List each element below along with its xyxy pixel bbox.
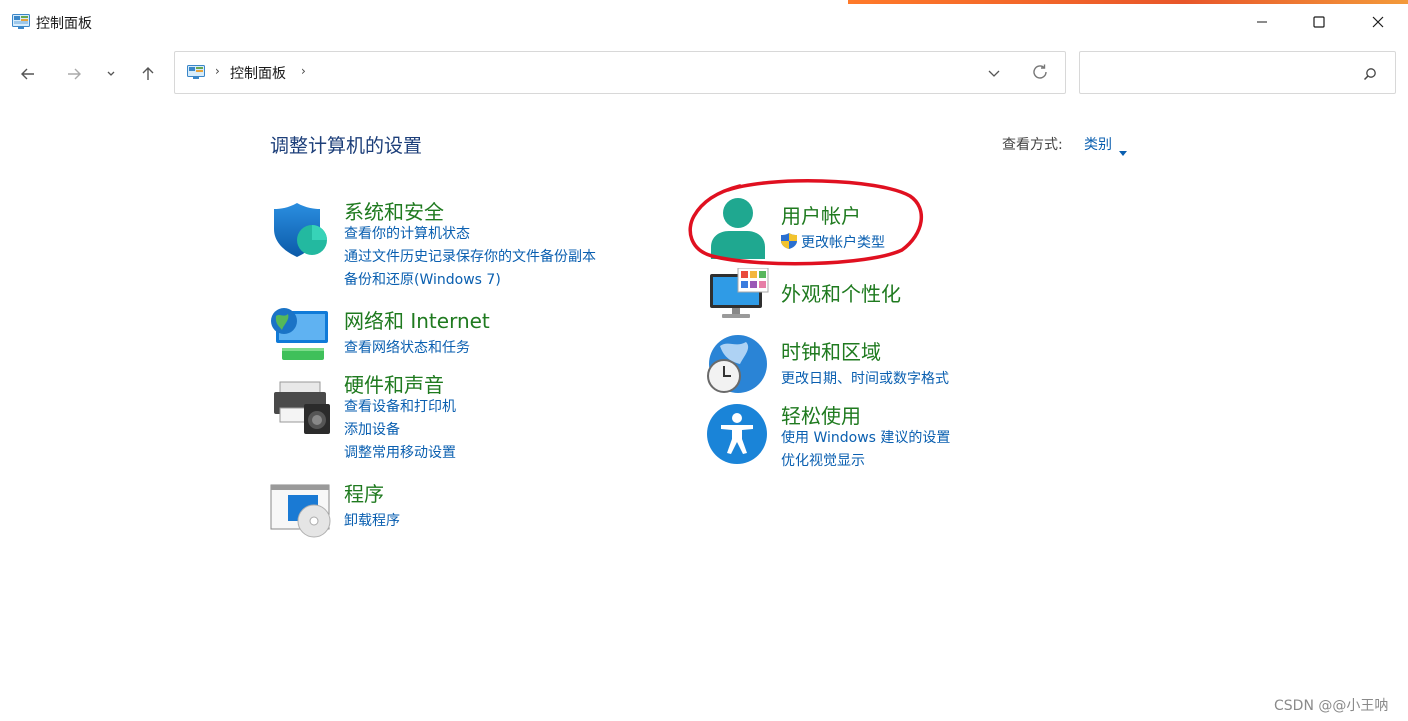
control-panel-app-icon xyxy=(12,14,30,30)
recent-locations-button[interactable] xyxy=(97,60,125,88)
breadcrumb-separator-icon[interactable]: › xyxy=(301,64,306,78)
link-change-date-time-format[interactable]: 更改日期、时间或数字格式 xyxy=(781,368,949,388)
breadcrumb-control-panel[interactable]: 控制面板 xyxy=(230,63,286,83)
refresh-button[interactable] xyxy=(1031,63,1049,85)
link-backup-restore[interactable]: 备份和还原(Windows 7) xyxy=(344,269,501,289)
breadcrumb-separator-icon[interactable]: › xyxy=(215,64,220,78)
close-icon xyxy=(1372,16,1384,28)
shield-pie-icon[interactable] xyxy=(272,202,330,264)
link-recommended-settings[interactable]: 使用 Windows 建议的设置 xyxy=(781,427,950,447)
link-devices-printers[interactable]: 查看设备和打印机 xyxy=(344,396,456,416)
category-appearance-personalization[interactable]: 外观和个性化 xyxy=(781,278,901,307)
view-by-label: 查看方式: xyxy=(1002,137,1063,153)
refresh-icon xyxy=(1033,64,1047,79)
arrow-left-icon xyxy=(21,68,34,80)
control-panel-icon xyxy=(187,65,205,84)
up-button[interactable] xyxy=(134,60,162,88)
address-bar[interactable]: › 控制面板 › xyxy=(174,51,1066,94)
accessibility-icon[interactable] xyxy=(706,403,768,469)
minimize-icon xyxy=(1257,21,1267,23)
navigation-bar: › 控制面板 › xyxy=(0,48,1408,98)
network-globe-icon[interactable] xyxy=(270,304,332,366)
title-bar: 控制面板 xyxy=(0,4,1408,40)
search-box[interactable] xyxy=(1079,51,1396,94)
window-title: 控制面板 xyxy=(36,16,92,32)
link-uninstall-program[interactable]: 卸载程序 xyxy=(344,510,400,530)
address-history-button[interactable] xyxy=(987,66,1001,85)
forward-button[interactable] xyxy=(60,60,88,88)
programs-disc-icon[interactable] xyxy=(270,483,332,543)
maximize-icon xyxy=(1313,16,1325,28)
search-input[interactable] xyxy=(1088,60,1352,86)
chevron-down-icon xyxy=(107,71,115,76)
category-programs[interactable]: 程序 xyxy=(344,478,384,507)
link-optimize-visual-display[interactable]: 优化视觉显示 xyxy=(781,450,865,470)
minimize-button[interactable] xyxy=(1233,4,1291,40)
category-ease-of-access[interactable]: 轻松使用 xyxy=(781,400,861,429)
arrow-right-icon xyxy=(68,68,81,80)
category-clock-region[interactable]: 时钟和区域 xyxy=(781,336,881,365)
maximize-button[interactable] xyxy=(1290,4,1348,40)
link-view-computer-status[interactable]: 查看你的计算机状态 xyxy=(344,223,470,243)
close-button[interactable] xyxy=(1349,4,1407,40)
search-icon[interactable] xyxy=(1363,66,1377,85)
caret-down-icon[interactable] xyxy=(1119,141,1127,160)
category-network-internet[interactable]: 网络和 Internet xyxy=(344,305,490,334)
link-file-history-backup[interactable]: 通过文件历史记录保存你的文件备份副本 xyxy=(344,246,596,266)
chevron-down-icon xyxy=(988,70,1000,77)
monitor-palette-icon[interactable] xyxy=(708,267,770,326)
view-by-dropdown[interactable]: 类别 xyxy=(1084,134,1112,154)
link-mobility-settings[interactable]: 调整常用移动设置 xyxy=(344,442,456,462)
arrow-up-icon xyxy=(142,67,154,80)
back-button[interactable] xyxy=(14,60,42,88)
globe-clock-icon[interactable] xyxy=(706,334,770,400)
category-hardware-sound[interactable]: 硬件和声音 xyxy=(344,369,444,398)
link-add-device[interactable]: 添加设备 xyxy=(344,419,400,439)
printer-speaker-icon[interactable] xyxy=(270,380,332,440)
category-system-security[interactable]: 系统和安全 xyxy=(344,196,444,225)
link-network-status[interactable]: 查看网络状态和任务 xyxy=(344,337,470,357)
highlight-annotation-ellipse xyxy=(688,179,924,266)
page-title: 调整计算机的设置 xyxy=(270,135,423,157)
watermark: CSDN @@小王呐 xyxy=(1274,698,1389,714)
